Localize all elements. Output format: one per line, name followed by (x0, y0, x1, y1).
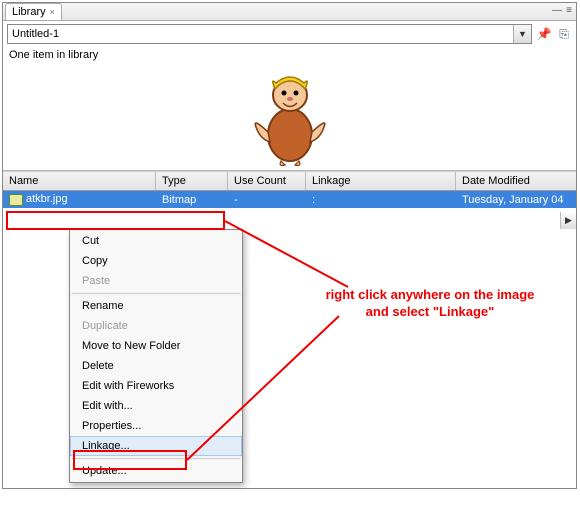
ctx-move-folder[interactable]: Move to New Folder (70, 336, 242, 356)
ctx-properties[interactable]: Properties... (70, 416, 242, 436)
row-name-text: atkbr.jpg (26, 193, 68, 205)
library-panel: Library × — ≡ Untitled-1 ▼ 📌 ⎘ One item … (2, 2, 577, 489)
document-selector[interactable]: Untitled-1 ▼ (7, 24, 532, 44)
minimize-icon[interactable]: — (552, 5, 562, 16)
ctx-rename[interactable]: Rename (70, 296, 242, 316)
cell-use-count: - (228, 194, 306, 206)
document-name: Untitled-1 (12, 28, 59, 40)
menu-icon[interactable]: ≡ (566, 5, 572, 16)
tab-library[interactable]: Library × (5, 3, 62, 20)
preview-area (3, 63, 576, 171)
cell-type: Bitmap (156, 194, 228, 206)
tab-label: Library (12, 6, 46, 18)
annotation-row-highlight (6, 211, 225, 230)
ctx-paste: Paste (70, 271, 242, 291)
close-icon[interactable]: × (50, 7, 55, 17)
new-library-icon[interactable]: ⎘ (556, 26, 572, 42)
tab-strip: Library × — ≡ (3, 3, 576, 21)
cell-linkage: : (306, 194, 456, 206)
ctx-edit-with[interactable]: Edit with... (70, 396, 242, 416)
ctx-cut[interactable]: Cut (70, 231, 242, 251)
ctx-separator (72, 293, 240, 294)
col-type[interactable]: Type (156, 172, 228, 190)
cell-date: Tuesday, January 04 (456, 194, 576, 206)
preview-image (240, 67, 340, 167)
ctx-delete[interactable]: Delete (70, 356, 242, 376)
col-use-count[interactable]: Use Count (228, 172, 306, 190)
col-name[interactable]: Name (3, 172, 156, 190)
bitmap-icon (9, 194, 23, 206)
column-headers: Name Type Use Count Linkage Date Modifie… (3, 171, 576, 191)
context-menu: Cut Copy Paste Rename Duplicate Move to … (69, 229, 243, 483)
col-date-modified[interactable]: Date Modified (456, 172, 576, 190)
scroll-right-icon[interactable]: ▶ (560, 212, 576, 229)
ctx-edit-fireworks[interactable]: Edit with Fireworks (70, 376, 242, 396)
annotation-linkage-highlight (73, 450, 187, 470)
ctx-duplicate: Duplicate (70, 316, 242, 336)
cell-name: atkbr.jpg (3, 193, 156, 205)
table-row[interactable]: atkbr.jpg Bitmap - : Tuesday, January 04 (3, 191, 576, 208)
col-linkage[interactable]: Linkage (306, 172, 456, 190)
chevron-down-icon[interactable]: ▼ (513, 25, 531, 43)
document-row: Untitled-1 ▼ 📌 ⎘ (3, 21, 576, 47)
status-text: One item in library (3, 47, 576, 63)
ctx-copy[interactable]: Copy (70, 251, 242, 271)
pin-icon[interactable]: 📌 (536, 26, 552, 42)
